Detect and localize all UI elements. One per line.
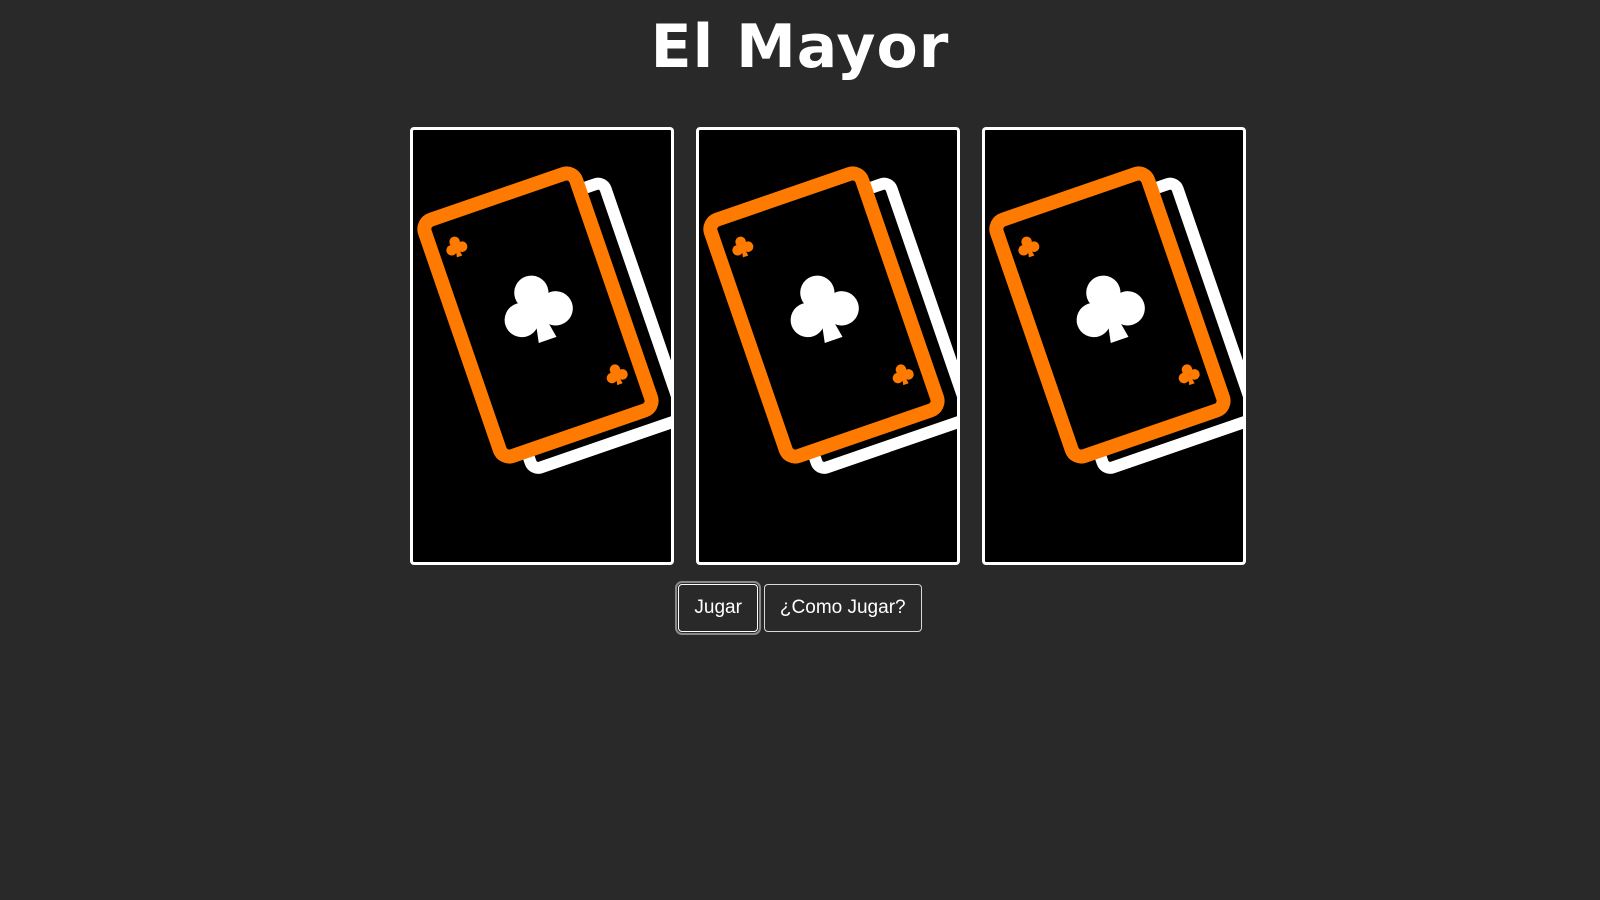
- play-button[interactable]: Jugar: [675, 581, 761, 635]
- how-to-play-button[interactable]: ¿Como Jugar?: [763, 584, 922, 632]
- page-title: El Mayor: [650, 12, 950, 82]
- clubs-card-back-icon: [703, 166, 957, 474]
- card-slot-2[interactable]: [696, 127, 960, 565]
- action-buttons: Jugar ¿Como Jugar?: [0, 581, 1600, 635]
- clubs-card-back-icon: [417, 166, 671, 474]
- cards-row: [410, 127, 1246, 565]
- clubs-card-back-icon: [989, 166, 1243, 474]
- card-slot-3[interactable]: [982, 127, 1246, 565]
- card-slot-1[interactable]: [410, 127, 674, 565]
